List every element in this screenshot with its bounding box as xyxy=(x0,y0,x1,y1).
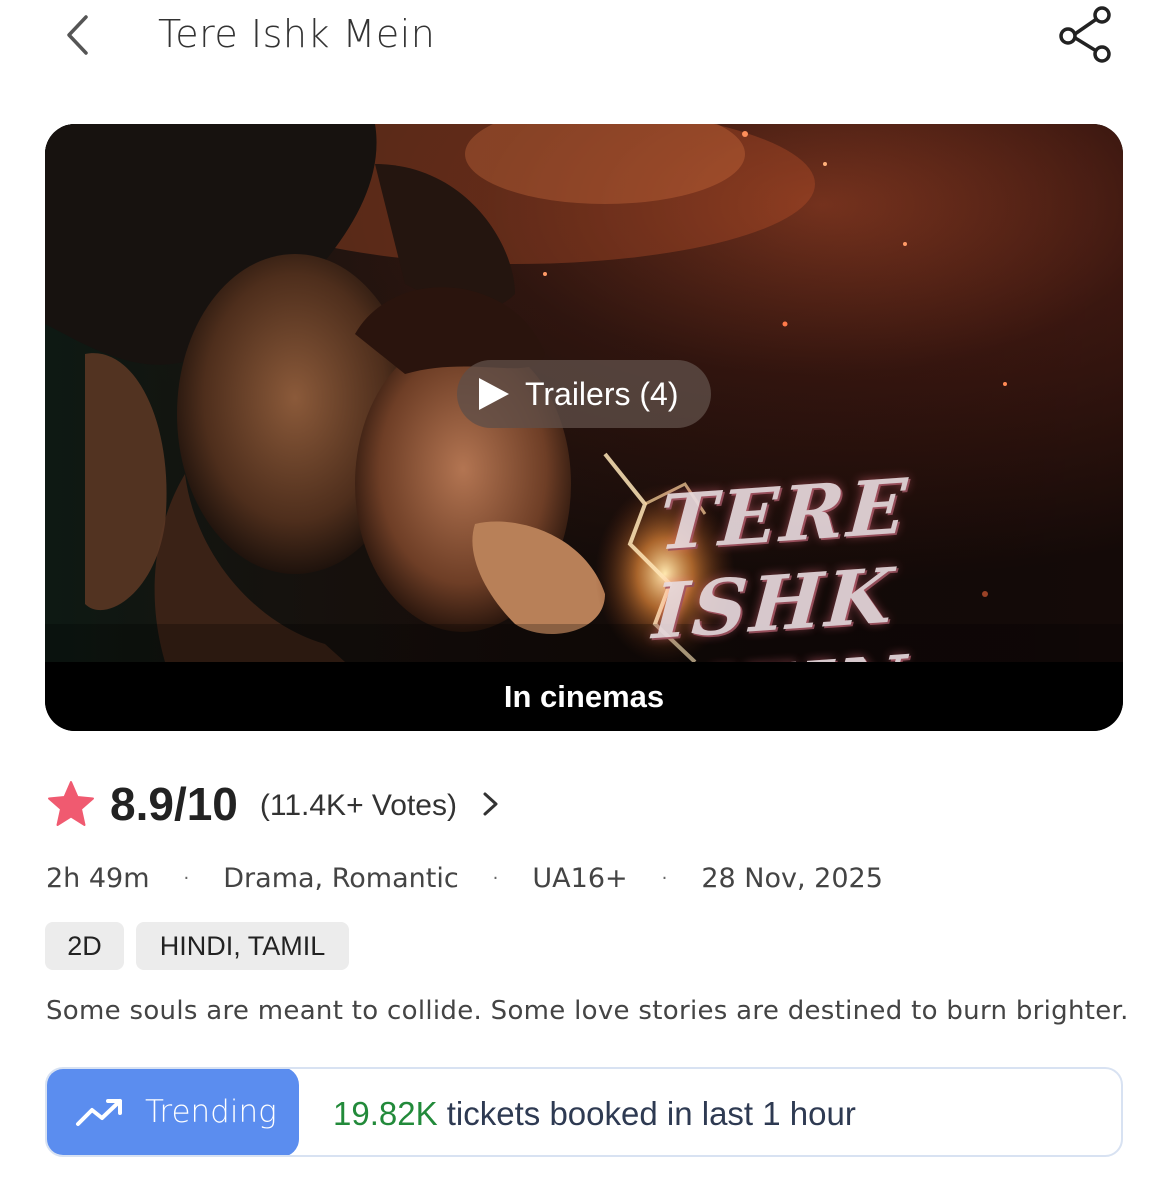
format-tags: 2D HINDI, TAMIL xyxy=(45,922,349,970)
back-button[interactable] xyxy=(58,10,104,60)
trending-label: Trending xyxy=(145,1094,277,1130)
rating-row[interactable]: 8.9/10 (11.4K+ Votes) xyxy=(46,776,503,832)
movie-meta: 2h 49m · Drama, Romantic · UA16+ · 28 No… xyxy=(46,858,883,898)
top-bar: Tere Ishk Mein xyxy=(0,0,1168,80)
play-icon xyxy=(479,378,509,410)
share-button[interactable] xyxy=(1058,4,1116,64)
trailers-button[interactable]: Trailers (4) xyxy=(457,360,711,428)
share-icon xyxy=(1059,6,1111,63)
separator-dot: · xyxy=(661,867,668,889)
release-date: 28 Nov, 2025 xyxy=(701,862,883,894)
language-tag: HINDI, TAMIL xyxy=(136,922,349,970)
votes-count: (11.4K+ Votes) xyxy=(259,789,457,822)
status-label: In cinemas xyxy=(503,678,665,714)
tickets-caption: tickets booked in last 1 hour xyxy=(437,1095,856,1132)
trending-badge[interactable]: Trending xyxy=(47,1069,299,1155)
tickets-booked-text: 19.82K tickets booked in last 1 hour xyxy=(333,1095,856,1133)
duration: 2h 49m xyxy=(46,862,150,894)
certificate: UA16+ xyxy=(532,862,628,894)
trending-card[interactable]: Trending 19.82K tickets booked in last 1… xyxy=(45,1067,1123,1157)
separator-dot: · xyxy=(492,867,499,889)
movie-tagline: Some souls are meant to collide. Some lo… xyxy=(46,996,1129,1026)
chevron-left-icon xyxy=(67,15,88,55)
chevron-right-icon[interactable] xyxy=(479,789,503,819)
format-tag: 2D xyxy=(45,922,124,970)
status-strip: In cinemas xyxy=(45,662,1123,731)
separator-dot: · xyxy=(183,867,190,889)
poster-title-art: TERE ISHK MEIN xyxy=(644,461,913,662)
trailers-label: Trailers (4) xyxy=(525,375,679,412)
genres: Drama, Romantic xyxy=(223,862,459,894)
tickets-count: 19.82K xyxy=(333,1095,438,1132)
rating-score: 8.9/10 xyxy=(110,778,238,830)
page-title: Tere Ishk Mein xyxy=(158,12,436,56)
star-icon xyxy=(48,781,94,826)
movie-banner[interactable]: TERE ISHK MEIN Trailers (4) In cinemas xyxy=(45,124,1123,731)
trending-up-icon xyxy=(76,1099,122,1126)
